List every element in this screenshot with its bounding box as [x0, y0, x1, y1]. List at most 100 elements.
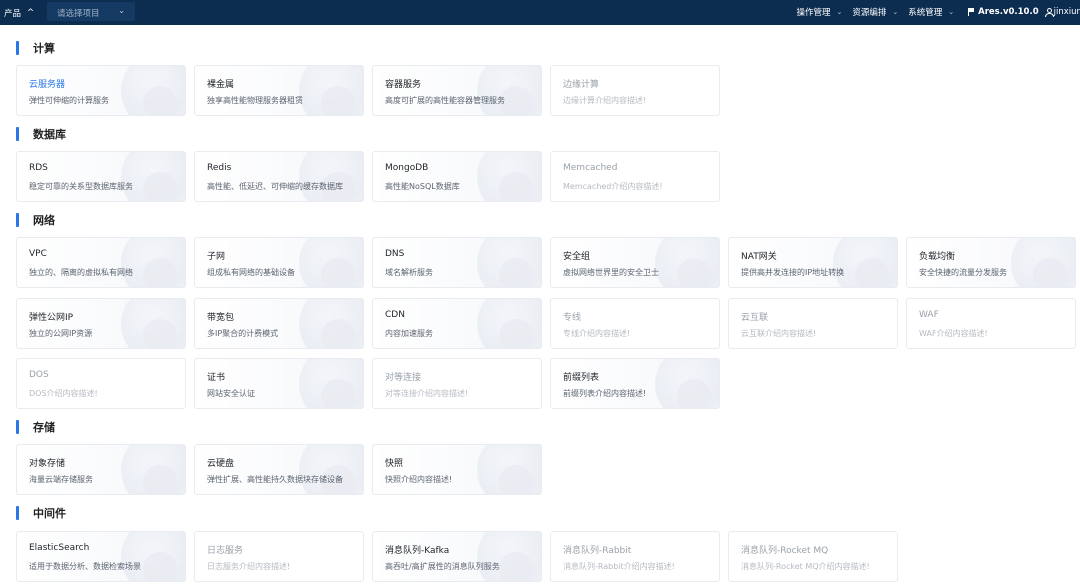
- project-select-placeholder: 请选择项目: [57, 9, 100, 19]
- card-decoration: [143, 258, 177, 287]
- service-card-title: 负载均衡: [919, 252, 956, 262]
- service-card[interactable]: ElasticSearch 适用于数据分析、数据检索场景: [16, 531, 186, 582]
- product-menu-label: 产品: [4, 9, 22, 19]
- service-card-title: Memcached: [563, 163, 618, 173]
- section-title-text: 网络: [33, 214, 55, 227]
- user-name: jinxiur: [1053, 7, 1080, 17]
- service-card[interactable]: 负载均衡安全快捷的流量分发服务: [906, 237, 1076, 288]
- service-card[interactable]: 消息队列-Kafka 高吞吐/高扩展性的消息队列服务: [372, 531, 542, 582]
- service-card: 云互联 云互联介绍内容描述!: [728, 298, 898, 349]
- menu-system-label: 系统管理: [908, 8, 943, 18]
- project-select[interactable]: 请选择项目 ⌄: [47, 2, 135, 21]
- service-card-description: WAF介绍内容描述!: [919, 329, 988, 338]
- service-card-title: DOS: [29, 370, 49, 380]
- menu-system[interactable]: 系统管理 ⌄: [908, 6, 954, 18]
- service-card[interactable]: DNS 域名解析服务: [372, 237, 542, 288]
- card-decoration: [677, 258, 711, 287]
- service-card[interactable]: MongoDB 高性能NoSQL数据库: [372, 151, 542, 202]
- service-card-description: 独立的公网IP资源: [29, 329, 93, 338]
- service-card-description: 安全快捷的流量分发服务: [919, 268, 1007, 277]
- section-title-text: 存储: [33, 421, 55, 434]
- service-card[interactable]: 前缀列表 前缀列表介绍内容描述!: [550, 358, 720, 409]
- service-card-title: 子网: [207, 252, 226, 262]
- service-card-title: 安全组: [563, 252, 591, 262]
- service-card-description: 网站安全认证: [207, 389, 255, 398]
- service-card[interactable]: 证书 网站安全认证: [194, 358, 364, 409]
- service-card-title: 云服务器: [29, 80, 66, 90]
- service-card-title: 云互联: [741, 313, 769, 323]
- product-menu[interactable]: 产品 ^: [4, 7, 34, 19]
- service-card[interactable]: 对象存储 海量云端存储服务: [16, 444, 186, 495]
- service-card-title: 带宽包: [207, 313, 235, 323]
- menu-orchestration[interactable]: 资源编排 ⌄: [852, 6, 898, 18]
- card-decoration: [499, 319, 533, 348]
- service-card[interactable]: 裸金属 独享高性能物理服务器租赁: [194, 65, 364, 116]
- service-card-description: 虚拟网络世界里的安全卫士: [563, 268, 659, 277]
- chevron-down-icon: ⌄: [892, 8, 899, 16]
- service-card[interactable]: 带宽包 多IP聚合的计费模式: [194, 298, 364, 349]
- section-title-text: 数据库: [33, 128, 66, 141]
- service-card-title: VPC: [29, 249, 47, 259]
- service-card: 消息队列-Rocket MQ 消息队列-Rocket MQ介绍内容描述!: [728, 531, 898, 582]
- service-card-title: 弹性公网IP: [29, 313, 74, 323]
- service-card-title: 日志服务: [207, 546, 244, 556]
- section-title: 数据库: [16, 126, 66, 142]
- service-card-description: DOS介绍内容描述!: [29, 389, 98, 398]
- service-card-description: 独立的、隔离的虚拟私有网络: [29, 268, 133, 277]
- service-card-description: 专线介绍内容描述!: [563, 329, 631, 338]
- card-decoration: [321, 379, 355, 408]
- service-card-title: ElasticSearch: [29, 543, 90, 553]
- user-icon: [1044, 8, 1054, 17]
- service-card-title: 云硬盘: [207, 459, 235, 469]
- card-decoration: [143, 86, 177, 115]
- card-decoration: [499, 465, 533, 494]
- service-card[interactable]: NAT网关提供高并发连接的IP地址转换: [728, 237, 898, 288]
- card-decoration: [143, 319, 177, 348]
- section-title: 存储: [16, 419, 55, 435]
- menu-operations[interactable]: 操作管理 ⌄: [796, 6, 842, 18]
- service-card-description: 对等连接介绍内容描述!: [385, 389, 469, 398]
- service-card-title: 消息队列-Kafka: [385, 546, 450, 556]
- service-card-title: 对等连接: [385, 373, 422, 383]
- service-card: WAF WAF介绍内容描述!: [906, 298, 1076, 349]
- chevron-down-icon: ⌄: [948, 8, 955, 16]
- service-card[interactable]: 快照 快照介绍内容描述!: [372, 444, 542, 495]
- service-card: 专线专线介绍内容描述!: [550, 298, 720, 349]
- service-card-title: 前缀列表: [563, 373, 600, 383]
- service-card[interactable]: 子网 组成私有网络的基础设备: [194, 237, 364, 288]
- service-card[interactable]: 云服务器弹性可伸缩的计算服务: [16, 65, 186, 116]
- version-badge[interactable]: Ares.v0.10.0: [968, 7, 1039, 17]
- service-card-description: 海量云端存储服务: [29, 475, 93, 484]
- version-label: Ares.v0.10.0: [978, 7, 1039, 17]
- section-accent-bar: [16, 420, 19, 434]
- service-card-description: 高性能、低延迟、可伸缩的缓存数据库: [207, 182, 343, 191]
- card-decoration: [321, 86, 355, 115]
- service-card[interactable]: RDS 稳定可靠的关系型数据库服务: [16, 151, 186, 202]
- service-card-title: NAT网关: [741, 252, 777, 262]
- service-card[interactable]: CDN 内容加速服务: [372, 298, 542, 349]
- service-card-title: 专线: [563, 313, 582, 323]
- card-decoration: [143, 465, 177, 494]
- service-card-description: 提供高并发连接的IP地址转换: [741, 268, 845, 277]
- service-card-description: 消息队列-Rocket MQ介绍内容描述!: [741, 562, 870, 571]
- service-card: 日志服务 日志服务介绍内容描述!: [194, 531, 364, 582]
- section-title: 计算: [16, 40, 55, 56]
- user-menu[interactable]: jinxiur: [1044, 7, 1080, 17]
- service-card[interactable]: 弹性公网IP 独立的公网IP资源: [16, 298, 186, 349]
- card-decoration: [143, 172, 177, 201]
- service-card-description: 稳定可靠的关系型数据库服务: [29, 182, 133, 191]
- service-card[interactable]: 安全组虚拟网络世界里的安全卫士: [550, 237, 720, 288]
- service-card-description: 快照介绍内容描述!: [385, 475, 453, 484]
- service-card-title: MongoDB: [385, 163, 429, 173]
- service-card-description: 独享高性能物理服务器租赁: [207, 96, 303, 105]
- service-card-description: 弹性可伸缩的计算服务: [29, 96, 109, 105]
- service-card[interactable]: 容器服务 高度可扩展的高性能容器管理服务: [372, 65, 542, 116]
- service-card: Memcached Memcached介绍内容描述!: [550, 151, 720, 202]
- card-decoration: [677, 379, 711, 408]
- service-card[interactable]: 云硬盘弹性扩展、高性能持久数据块存储设备: [194, 444, 364, 495]
- service-card[interactable]: Redis 高性能、低延迟、可伸缩的缓存数据库: [194, 151, 364, 202]
- service-card-description: 高度可扩展的高性能容器管理服务: [385, 96, 505, 105]
- section-title-text: 计算: [33, 42, 55, 55]
- service-card-description: 弹性扩展、高性能持久数据块存储设备: [207, 475, 343, 484]
- service-card[interactable]: VPC 独立的、隔离的虚拟私有网络: [16, 237, 186, 288]
